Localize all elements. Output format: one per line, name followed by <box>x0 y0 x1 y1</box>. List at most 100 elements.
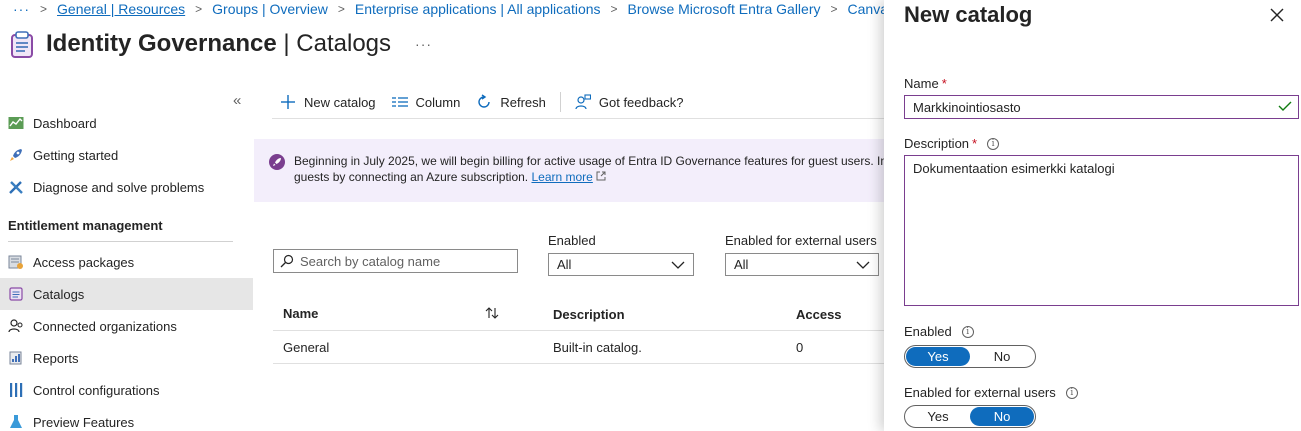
feedback-label: Got feedback? <box>598 94 684 110</box>
info-icon[interactable]: i <box>987 137 1000 150</box>
rocket-badge-icon <box>269 154 285 170</box>
chevron-right-icon: > <box>610 2 618 16</box>
catalog-icon <box>8 286 24 302</box>
sidebar-item-label: Dashboard <box>33 115 97 131</box>
enabled-yes-option[interactable]: Yes <box>906 347 970 366</box>
sort-icon[interactable] <box>484 306 500 323</box>
cell-name[interactable]: General <box>273 340 518 355</box>
breadcrumb-link-general-resources[interactable]: General | Resources <box>57 1 185 17</box>
external-filter-label: Enabled for external users <box>725 233 877 248</box>
external-no-option[interactable]: No <box>970 407 1034 426</box>
access-packages-icon <box>8 254 24 270</box>
sidebar-item-catalogs[interactable]: Catalogs <box>0 278 253 310</box>
external-link-icon <box>596 169 606 185</box>
external-users-toggle[interactable]: Yes No <box>904 405 1036 428</box>
external-yes-option[interactable]: Yes <box>906 407 970 426</box>
required-mark: * <box>941 76 947 91</box>
sidebar-section-heading: Entitlement management <box>8 218 163 233</box>
dashboard-icon <box>8 115 24 131</box>
new-catalog-panel: New catalog Name * Markkinointiosasto Des… <box>884 0 1301 431</box>
banner-line-1: Beginning in July 2025, we will begin bi… <box>294 154 894 168</box>
sidebar-item-reports[interactable]: Reports <box>0 342 253 374</box>
catalogs-table: Name Description Access General Built-in… <box>273 298 893 364</box>
name-label-text: Name <box>904 76 939 91</box>
info-icon[interactable]: i <box>1065 386 1078 399</box>
enabled-filter-label: Enabled <box>548 233 596 248</box>
chevron-right-icon: > <box>40 2 48 16</box>
description-label-text: Description <box>904 136 970 151</box>
name-field-label: Name * <box>904 76 947 91</box>
sidebar-item-label: Access packages <box>33 254 135 270</box>
enabled-field-label: Enabled i <box>904 324 974 339</box>
chevron-right-icon: > <box>830 2 838 16</box>
more-options-button[interactable]: ··· <box>415 36 432 52</box>
banner-text: Beginning in July 2025, we will begin bi… <box>294 153 894 202</box>
banner-line-2: guests by connecting an Azure subscripti… <box>294 169 894 185</box>
column-button[interactable]: Column <box>391 94 461 110</box>
name-field-value: Markkinointiosasto <box>913 99 1021 115</box>
sidebar-item-access-packages[interactable]: Access packages <box>0 246 253 278</box>
billing-info-banner: Beginning in July 2025, we will begin bi… <box>254 139 894 202</box>
description-textarea[interactable]: Dokumentaation esimerkki katalogi <box>904 155 1299 306</box>
wrench-icon <box>8 179 24 195</box>
search-placeholder: Search by catalog name <box>300 253 441 269</box>
external-label-text: Enabled for external users <box>904 385 1056 400</box>
search-icon <box>280 254 294 268</box>
page-header: Identity Governance | Catalogs ··· <box>6 28 432 60</box>
page-title: Identity Governance | Catalogs <box>46 30 392 57</box>
reports-icon <box>8 350 24 366</box>
enabled-no-option[interactable]: No <box>970 347 1034 366</box>
external-filter-dropdown[interactable]: All <box>725 253 879 276</box>
refresh-icon <box>476 94 492 110</box>
column-label: Column <box>415 94 461 110</box>
banner-line-2-text: guests by connecting an Azure subscripti… <box>294 170 532 184</box>
table-header-row: Name Description Access <box>273 298 893 331</box>
search-input[interactable]: Search by catalog name <box>273 249 518 273</box>
sidebar-item-label: Reports <box>33 350 79 366</box>
breadcrumb-more-button[interactable]: ··· <box>13 1 30 17</box>
info-icon[interactable]: i <box>961 325 974 338</box>
command-bar: New catalog Column Refresh Got feedback? <box>272 86 890 119</box>
close-icon[interactable] <box>1269 7 1285 23</box>
enabled-toggle[interactable]: Yes No <box>904 345 1036 368</box>
new-catalog-label: New catalog <box>304 94 376 110</box>
toolbar-divider <box>559 92 561 112</box>
sidebar-item-getting-started[interactable]: Getting started <box>0 139 253 171</box>
external-filter-value: All <box>734 257 749 272</box>
refresh-button[interactable]: Refresh <box>476 94 546 110</box>
sidebar-item-label: Control configurations <box>33 382 160 398</box>
feedback-button[interactable]: Got feedback? <box>575 94 684 110</box>
chevron-right-icon: > <box>337 2 345 16</box>
refresh-label: Refresh <box>500 94 546 110</box>
sidebar-item-label: Catalogs <box>33 286 85 302</box>
sidebar-divider <box>8 241 233 242</box>
column-header-name-label: Name <box>283 305 319 321</box>
column-header-description[interactable]: Description <box>518 307 796 322</box>
controls-icon <box>8 382 24 398</box>
cell-access: 0 <box>796 339 804 355</box>
sidebar-item-preview-features[interactable]: Preview Features <box>0 406 253 431</box>
enabled-filter-value: All <box>557 257 572 272</box>
column-header-access[interactable]: Access <box>796 307 893 322</box>
new-catalog-button[interactable]: New catalog <box>280 94 376 110</box>
enabled-filter-dropdown[interactable]: All <box>548 253 694 276</box>
sidebar-item-diagnose[interactable]: Diagnose and solve problems <box>0 171 253 203</box>
sidebar-item-label: Getting started <box>33 147 119 163</box>
sidebar-item-control-configurations[interactable]: Control configurations <box>0 374 253 406</box>
sidebar-item-connected-organizations[interactable]: Connected organizations <box>0 310 253 342</box>
chevron-right-icon: > <box>195 2 203 16</box>
table-row[interactable]: General Built-in catalog. 0 <box>273 331 893 364</box>
feedback-icon <box>575 94 591 110</box>
breadcrumb: ··· > General | Resources > Groups | Ove… <box>0 0 890 18</box>
column-header-name[interactable]: Name <box>273 306 518 323</box>
breadcrumb-link-entra-gallery[interactable]: Browse Microsoft Entra Gallery <box>628 1 821 17</box>
chevron-down-icon <box>671 257 685 272</box>
breadcrumb-link-enterprise-applications[interactable]: Enterprise applications | All applicatio… <box>355 1 601 17</box>
identity-governance-icon <box>6 28 38 60</box>
sidebar-item-label: Connected organizations <box>33 318 177 334</box>
learn-more-link[interactable]: Learn more <box>531 170 592 184</box>
name-field[interactable]: Markkinointiosasto <box>904 95 1299 119</box>
sidebar-item-dashboard[interactable]: Dashboard <box>0 107 253 139</box>
enabled-label-text: Enabled <box>904 324 952 339</box>
breadcrumb-link-groups-overview[interactable]: Groups | Overview <box>212 1 328 17</box>
